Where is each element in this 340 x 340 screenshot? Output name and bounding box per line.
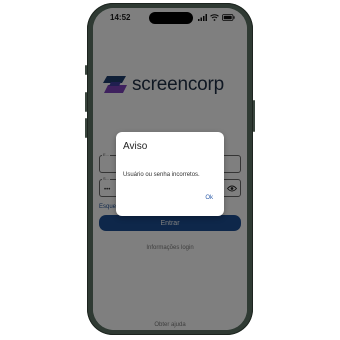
- dialog-ok-button[interactable]: Ok: [205, 195, 213, 201]
- dialog-title: Aviso: [123, 141, 148, 152]
- phone-power-button: [253, 100, 255, 132]
- alert-dialog: Aviso Usuário ou senha incorretos. Ok: [116, 132, 224, 216]
- phone-volume-down-button: [85, 118, 87, 138]
- dialog-message: Usuário ou senha incorretos.: [123, 172, 200, 178]
- phone-mute-switch: [85, 65, 87, 75]
- phone-volume-up-button: [85, 92, 87, 112]
- app-screen: 14:52 scree: [93, 8, 247, 330]
